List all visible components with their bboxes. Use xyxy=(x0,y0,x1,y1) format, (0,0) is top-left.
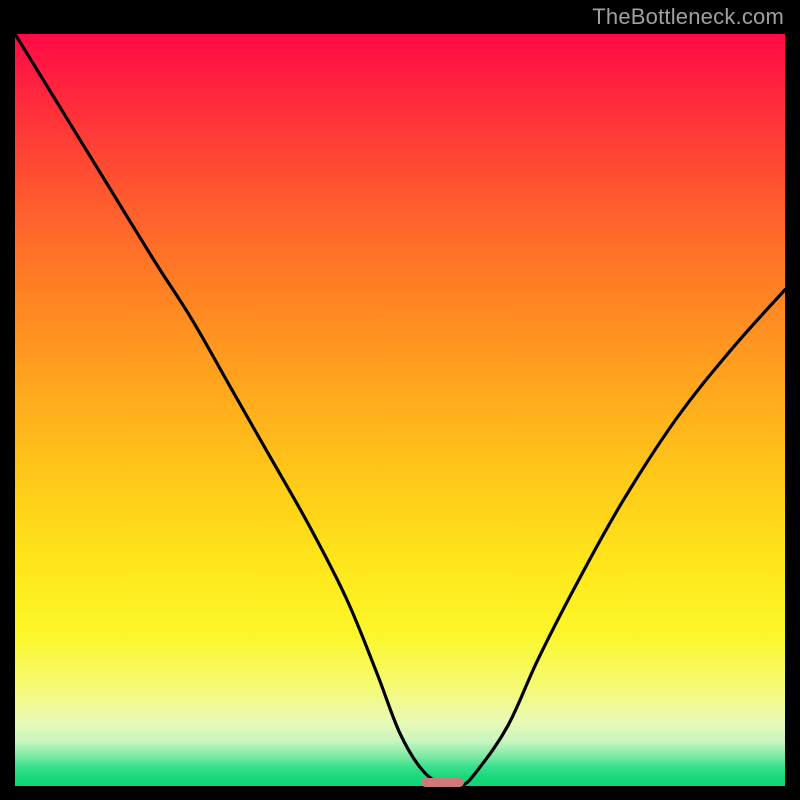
bottleneck-curve-path xyxy=(15,34,785,786)
minimum-marker xyxy=(421,778,464,787)
chart-frame: TheBottleneck.com xyxy=(0,0,800,800)
watermark-text: TheBottleneck.com xyxy=(592,4,784,30)
plot-area xyxy=(15,34,785,786)
curve-svg xyxy=(15,34,785,786)
